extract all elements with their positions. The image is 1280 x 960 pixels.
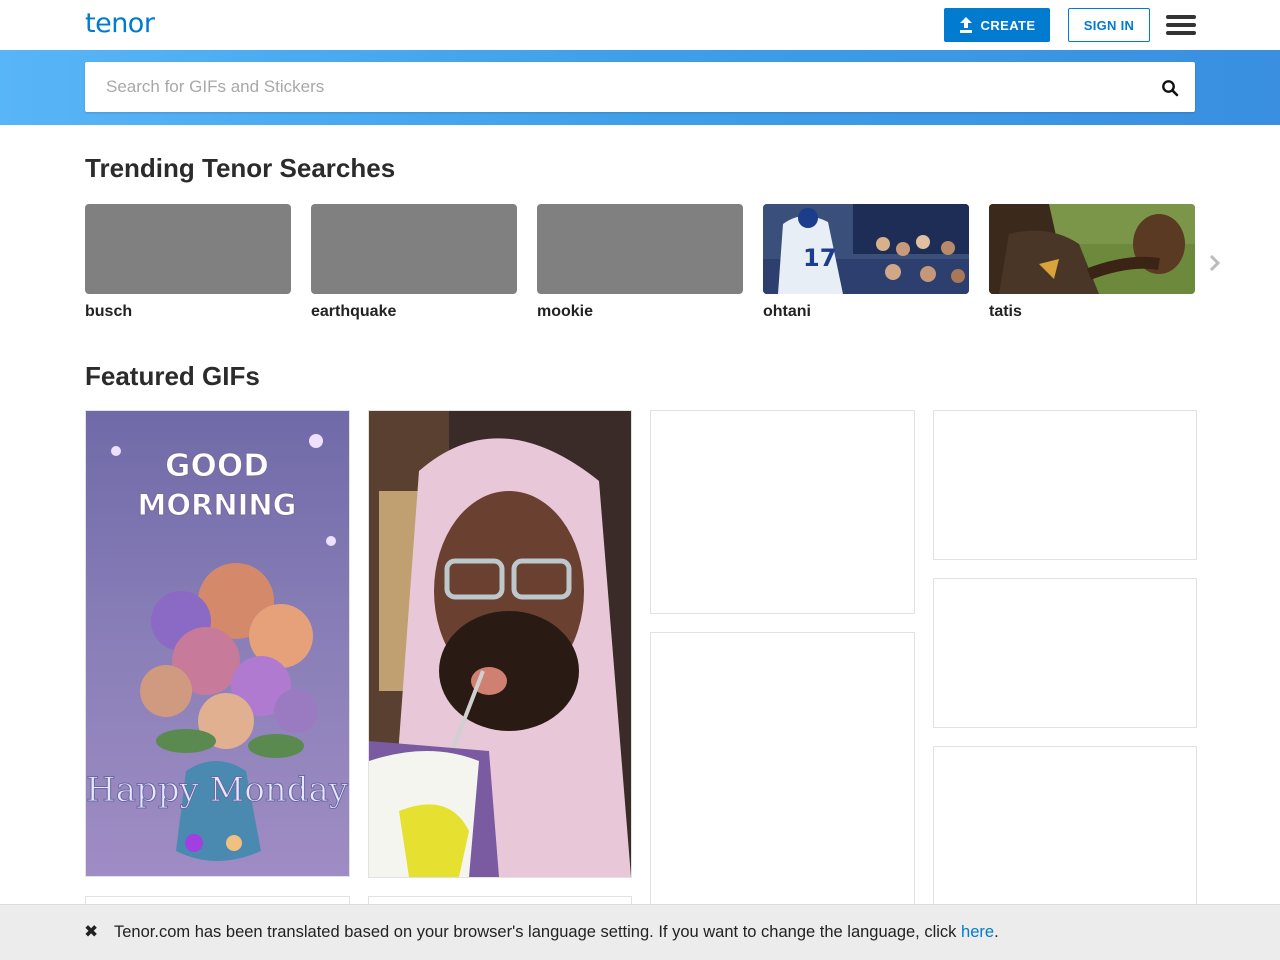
gif-tile[interactable] — [650, 632, 915, 922]
search-icon[interactable] — [1161, 79, 1179, 97]
man-drinking-image — [369, 411, 631, 877]
trending-thumbnail — [85, 204, 291, 294]
svg-text:17: 17 — [803, 244, 836, 272]
tatis-photo-image — [989, 204, 1195, 294]
close-icon[interactable]: ✖ — [84, 922, 98, 942]
banner-message: Tenor.com has been translated based on y… — [114, 923, 999, 942]
chevron-right-icon[interactable] — [1207, 253, 1223, 273]
trending-item-busch[interactable]: busch — [85, 204, 291, 321]
banner-text: Tenor.com has been translated based on y… — [114, 923, 962, 941]
trending-label: ohtani — [763, 303, 811, 320]
search-input[interactable] — [85, 62, 1145, 112]
trending-item-tatis[interactable]: tatis — [989, 204, 1195, 321]
trending-thumbnail-tatis — [989, 204, 1195, 294]
search-box — [85, 62, 1195, 112]
baseball-photo-image: 17 — [763, 204, 969, 294]
gif-caption-good: GOOD — [165, 448, 269, 484]
trending-label: mookie — [537, 303, 594, 320]
gif-tile[interactable] — [933, 578, 1197, 728]
create-label: CREATE — [980, 17, 1036, 33]
trending-label: tatis — [989, 303, 1022, 320]
change-language-link[interactable]: here — [961, 923, 994, 941]
gif-good-morning[interactable]: GOOD MORNING Happy Monday — [85, 410, 350, 877]
gif-caption-happy-monday: Happy Monday — [86, 770, 349, 810]
tenor-logo[interactable]: tenor — [85, 8, 155, 39]
good-morning-flowers-image: GOOD MORNING Happy Monday — [86, 411, 349, 876]
trending-label: earthquake — [311, 303, 397, 320]
trending-item-ohtani[interactable]: 17 ohtani — [763, 204, 969, 321]
trending-label: busch — [85, 303, 133, 320]
gif-man-drinking[interactable] — [368, 410, 632, 878]
sign-in-button[interactable]: SIGN IN — [1068, 8, 1150, 42]
trending-item-earthquake[interactable]: earthquake — [311, 204, 517, 321]
gif-tile[interactable] — [933, 410, 1197, 560]
create-button[interactable]: CREATE — [944, 8, 1050, 42]
trending-title: Trending Tenor Searches — [85, 153, 396, 183]
trending-item-mookie[interactable]: mookie — [537, 204, 743, 321]
search-band — [0, 50, 1280, 125]
trending-thumbnail-ohtani: 17 — [763, 204, 969, 294]
trending-thumbnail — [537, 204, 743, 294]
banner-text-end: . — [994, 923, 999, 941]
top-bar: tenor CREATE SIGN IN — [0, 0, 1280, 50]
trending-thumbnail — [311, 204, 517, 294]
language-banner: ✖ Tenor.com has been translated based on… — [0, 904, 1280, 960]
trending-row: busch earthquake mookie 17 ohtani tatis — [85, 204, 1225, 334]
upload-icon — [959, 17, 972, 33]
featured-title: Featured GIFs — [85, 361, 260, 391]
gif-tile[interactable] — [650, 410, 915, 614]
gif-caption-morning: MORNING — [138, 488, 297, 522]
gif-tile[interactable] — [933, 746, 1197, 922]
hamburger-menu-icon[interactable] — [1166, 15, 1196, 35]
